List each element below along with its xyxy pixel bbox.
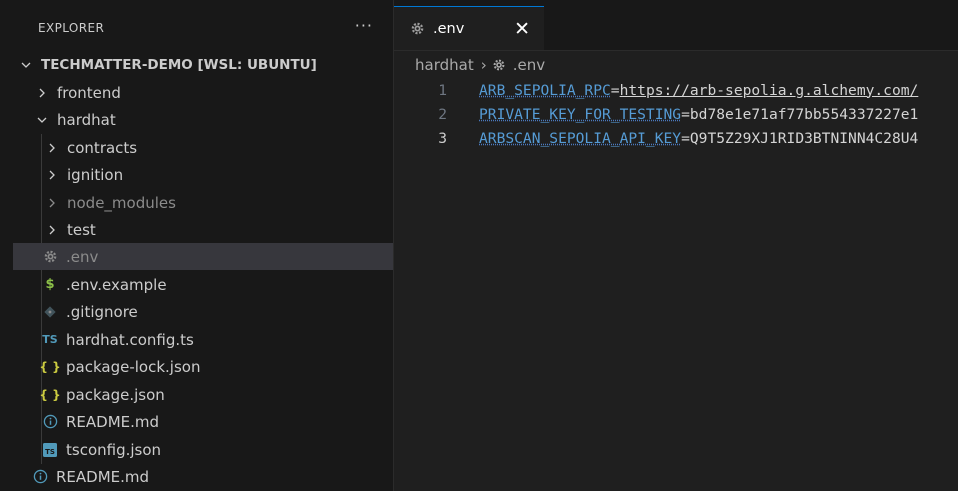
info-icon [31, 469, 49, 484]
tree-item-label: hardhat [57, 110, 116, 129]
tree-item-package-lock[interactable]: { } package-lock.json [13, 353, 393, 380]
tree-item-readme-root[interactable]: README.md [13, 463, 393, 490]
env-key: PRIVATE_KEY_FOR_TESTING [479, 105, 682, 123]
tree-item-gitignore[interactable]: .gitignore [13, 298, 393, 325]
env-equals: = [681, 105, 690, 123]
code-line: 1 ARB_SEPOLIA_RPC = https://arb-sepolia.… [394, 78, 958, 102]
tree-item-readme-hardhat[interactable]: README.md [13, 408, 393, 435]
json-braces-icon: { } [39, 359, 61, 374]
gear-icon [492, 58, 506, 72]
editor-area: .env ✕ hardhat › .env 1 ARB_SEPOLIA_RPC … [394, 0, 958, 491]
tree-item-label: hardhat.config.ts [66, 330, 194, 349]
tree-item-tsconfig[interactable]: TS tsconfig.json [13, 436, 393, 463]
breadcrumb-file[interactable]: .env [513, 56, 545, 74]
code-line: 3 ARBSCAN_SEPOLIA_API_KEY = Q9T5Z29XJ1RI… [394, 126, 958, 150]
code-editor[interactable]: 1 ARB_SEPOLIA_RPC = https://arb-sepolia.… [394, 78, 958, 150]
tree-item-label: package-lock.json [66, 357, 201, 376]
explorer-sidebar: EXPLORER ··· TECHMATTER-DEMO [WSL: UBUNT… [13, 0, 394, 491]
line-number: 2 [438, 105, 447, 123]
tsconfig-icon-text: TS [45, 448, 55, 456]
chevron-right-icon [45, 223, 59, 237]
chevron-down-icon [35, 113, 49, 127]
chevron-down-icon [19, 58, 33, 72]
chevron-right-icon [35, 86, 49, 100]
chevron-right-icon [45, 141, 59, 155]
chevron-right-icon: › [480, 56, 487, 74]
gear-icon [41, 249, 59, 264]
tree-item-label: tsconfig.json [66, 440, 162, 459]
chevron-right-icon [45, 168, 59, 182]
typescript-icon: TS [42, 333, 58, 346]
env-value: bd78e1e71af77bb554337227e1 [689, 105, 919, 123]
git-icon [41, 305, 59, 318]
tree-item-hardhat-config[interactable]: TS hardhat.config.ts [13, 326, 393, 353]
tree-item-label: .env [66, 247, 99, 266]
tree-item-contracts[interactable]: contracts [13, 134, 393, 161]
tab-bar: .env ✕ [394, 0, 958, 51]
tree-item-frontend[interactable]: frontend [13, 79, 393, 106]
chevron-right-icon [45, 196, 59, 210]
explorer-header: EXPLORER ··· [13, 0, 393, 56]
activity-bar-edge [0, 0, 13, 491]
breadcrumb: hardhat › .env [415, 54, 545, 76]
info-icon [41, 414, 59, 429]
tab-env[interactable]: .env ✕ [394, 6, 544, 50]
tree-item-test[interactable]: test [13, 216, 393, 243]
tree-item-label: README.md [56, 467, 150, 486]
dollar-icon: $ [45, 277, 55, 292]
code-line: 2 PRIVATE_KEY_FOR_TESTING = bd78e1e71af7… [394, 102, 958, 126]
env-key: ARB_SEPOLIA_RPC [479, 81, 611, 99]
breadcrumb-folder[interactable]: hardhat [415, 56, 474, 74]
env-equals: = [681, 129, 690, 147]
ellipsis-icon[interactable]: ··· [355, 16, 373, 35]
close-icon[interactable]: ✕ [514, 18, 530, 40]
line-number: 3 [438, 129, 447, 147]
tree-item-package-json[interactable]: { } package.json [13, 381, 393, 408]
env-equals: = [610, 81, 620, 99]
gear-icon [410, 21, 425, 36]
tree-item-label: node_modules [67, 193, 176, 212]
explorer-title: EXPLORER [38, 21, 105, 35]
tree-item-label: ignition [67, 165, 124, 184]
tree-item-label: .gitignore [66, 302, 138, 321]
tree-item-hardhat[interactable]: hardhat [13, 106, 393, 133]
tree-item-label: .env.example [66, 275, 167, 294]
tree-item-label: test [67, 220, 96, 239]
env-value: Q9T5Z29XJ1RID3BTNINN4C28U4 [689, 129, 919, 147]
tsconfig-icon: TS [41, 442, 59, 457]
env-value: https://arb-sepolia.g.alchemy.com/ [619, 81, 919, 99]
tree-item-label: contracts [67, 138, 138, 157]
tree-item-label: package.json [66, 385, 165, 404]
tab-label: .env [433, 20, 465, 37]
json-braces-icon: { } [39, 387, 61, 402]
tree-item-ignition[interactable]: ignition [13, 161, 393, 188]
tree-item-node-modules[interactable]: node_modules [13, 189, 393, 216]
env-key: ARBSCAN_SEPOLIA_API_KEY [479, 129, 682, 147]
tree-item-label: README.md [66, 412, 160, 431]
tree-root-folder[interactable]: TECHMATTER-DEMO [WSL: UBUNTU] [13, 51, 393, 78]
line-number: 1 [438, 81, 447, 99]
tree-root-label: TECHMATTER-DEMO [WSL: UBUNTU] [41, 56, 317, 73]
tree-item-env-example[interactable]: $ .env.example [13, 271, 393, 298]
tree-item-env[interactable]: .env [13, 243, 393, 270]
tree-item-label: frontend [57, 83, 121, 102]
